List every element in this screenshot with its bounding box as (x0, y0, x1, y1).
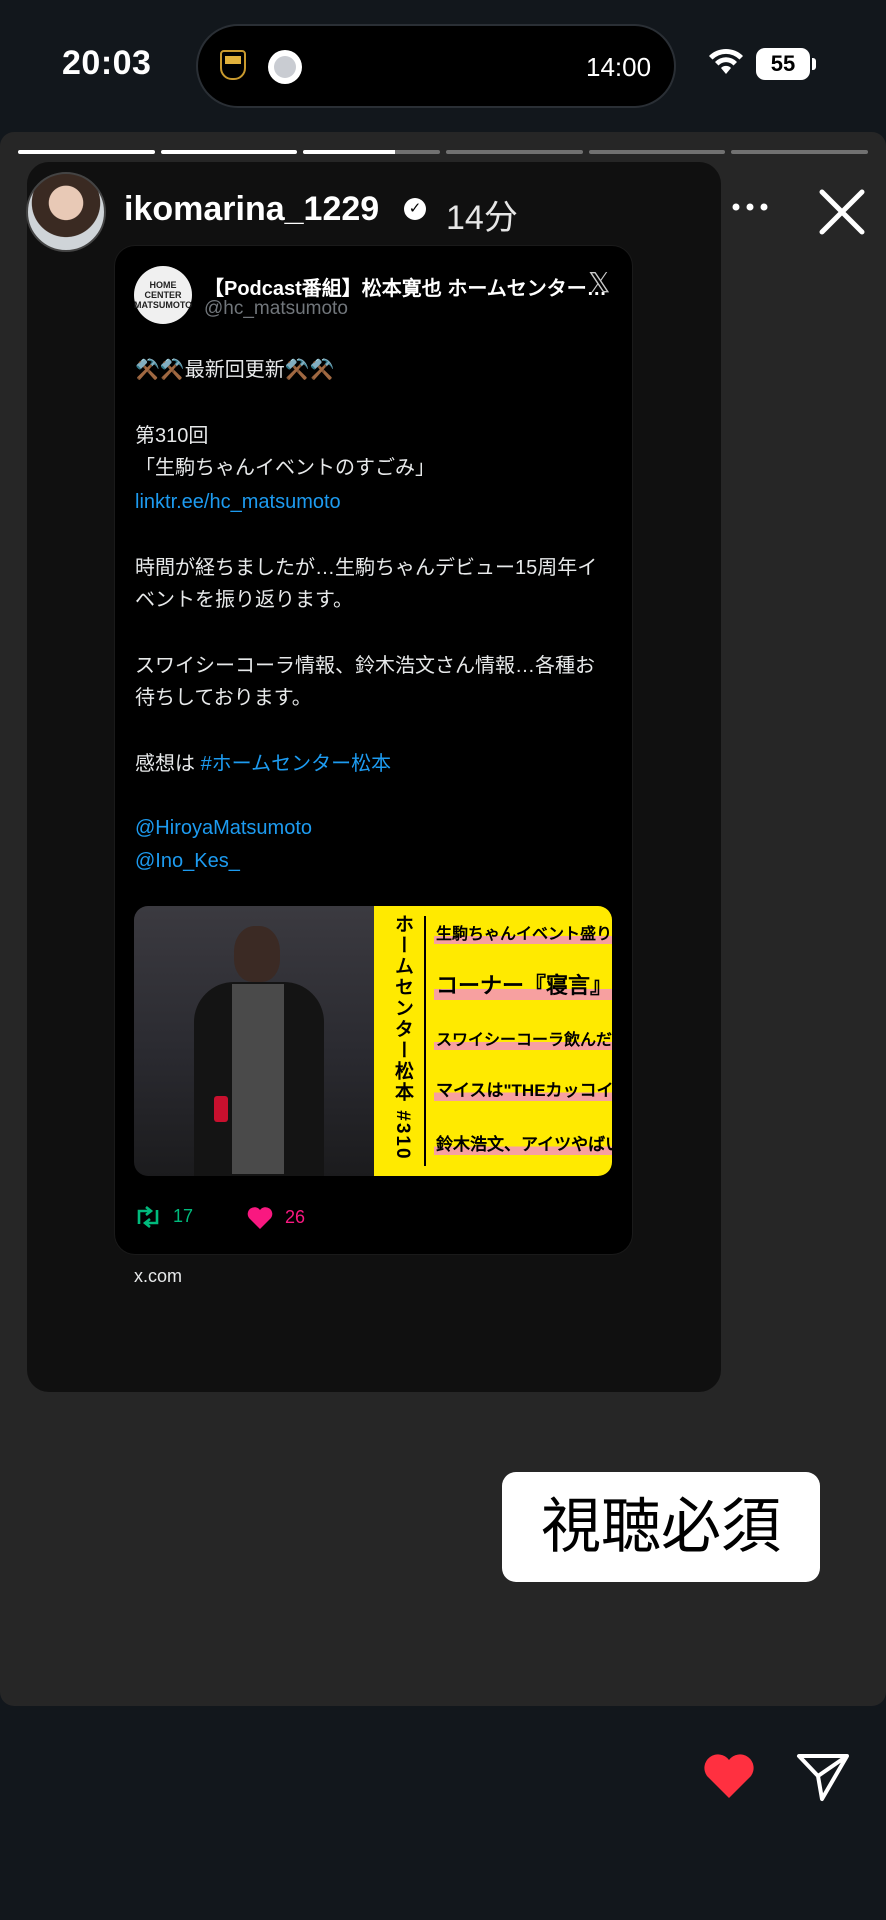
banner-line: 鈴木浩文、アイツやばいぞ (434, 1130, 612, 1155)
battery-indicator: 55 (756, 48, 810, 80)
tweet-author-avatar[interactable]: HOME CENTER MATSUMOTO (134, 266, 192, 324)
story-progress-segment (731, 150, 869, 154)
tweet-text-line: 待ちしております。 (135, 687, 312, 709)
x-logo-icon: 𝕏 (588, 266, 611, 299)
close-icon (819, 189, 865, 235)
heart-icon (247, 1207, 273, 1229)
tweet-text-line: 時間が経ちましたが…生駒ちゃんデビュー15周年イ (135, 557, 598, 579)
banner-line: コーナー『寝言』 (434, 968, 612, 1000)
tweet-hashtag[interactable]: #ホームセンター松本 (201, 753, 392, 775)
more-horizontal-icon (732, 203, 768, 211)
verified-badge-icon: ✓ (404, 198, 426, 220)
tweet-text-line: 感想は #ホームセンター松本 (135, 748, 391, 780)
episode-banner: ホームセンター松本 #310 生駒ちゃんイベント盛り上がった コーナー『寝言』 … (374, 906, 612, 1176)
tweet-link[interactable]: linktr.ee/hc_matsumoto (135, 486, 341, 518)
tweet-mention[interactable]: @Ino_Kes_ (135, 845, 240, 877)
tweet-image[interactable]: ホームセンター松本 #310 生駒ちゃんイベント盛り上がった コーナー『寝言』 … (134, 906, 612, 1176)
more-options-button[interactable] (730, 192, 770, 213)
tweet-author-name[interactable]: 【Podcast番組】松本寛也 ホームセンター… (204, 272, 607, 301)
story-progress-bar (18, 150, 869, 154)
story-progress-segment (160, 150, 298, 154)
status-bar-time: 20:03 (62, 44, 152, 82)
banner-vertical-title: ホームセンター松本 #310 (392, 914, 413, 1161)
banner-line: マイスは"THEカッコイイ" (434, 1076, 612, 1101)
tweet-text-fragment: 感想は (135, 753, 201, 775)
banner-line: スワイシーコーラ飲んだリスナー (434, 1026, 612, 1050)
tweet-avatar-text: HOME CENTER MATSUMOTO (134, 280, 193, 310)
team-logo-icon (268, 50, 302, 84)
story-timestamp: 14分 (446, 199, 518, 237)
battery-nub (812, 58, 816, 70)
wifi-icon (709, 48, 743, 74)
tweet-text-line: ⚒️⚒️最新回更新⚒️⚒️ (135, 359, 335, 381)
share-button[interactable] (796, 1752, 850, 1802)
team-logo-icon (220, 50, 252, 84)
story-progress-segment (446, 150, 583, 154)
tweet-mention[interactable]: @HiroyaMatsumoto (135, 812, 312, 844)
live-activity-time: 14:00 (586, 52, 652, 82)
retweet-count-value: 17 (173, 1206, 194, 1226)
profile-avatar[interactable] (26, 172, 106, 252)
heart-icon (704, 1754, 754, 1798)
text-sticker: 視聴必須 (502, 1472, 820, 1582)
tweet-text-line: 「生駒ちゃんイベントのすごみ」 (135, 457, 435, 479)
like-button[interactable] (702, 1752, 756, 1800)
link-source-domain[interactable]: x.com (134, 1266, 182, 1287)
banner-divider (424, 916, 426, 1166)
banner-line: 生駒ちゃんイベント盛り上がった (434, 920, 612, 944)
tweet-text-line: ベントを振り返ります。 (135, 589, 353, 611)
tweet-text-line: スワイシーコーラ情報、鈴木浩文さん情報…各種お (135, 655, 595, 677)
send-icon (797, 1754, 849, 1801)
close-button[interactable] (810, 180, 874, 244)
like-count[interactable]: 26 (246, 1206, 305, 1230)
tweet-author-handle[interactable]: @hc_matsumoto (204, 298, 348, 320)
tweet-photo (134, 906, 374, 1176)
story-progress-segment (588, 150, 726, 154)
retweet-count[interactable]: 17 (134, 1206, 194, 1229)
person-figure (184, 926, 334, 1176)
story-progress-segment (303, 150, 441, 154)
tweet-text-line: 第310回 (135, 425, 209, 447)
story-username[interactable]: ikomarina_1229 (124, 190, 379, 229)
retweet-icon (137, 1206, 159, 1229)
like-count-value: 26 (285, 1206, 306, 1227)
story-progress-segment (18, 150, 155, 154)
dynamic-island: 14:00 (196, 24, 676, 108)
